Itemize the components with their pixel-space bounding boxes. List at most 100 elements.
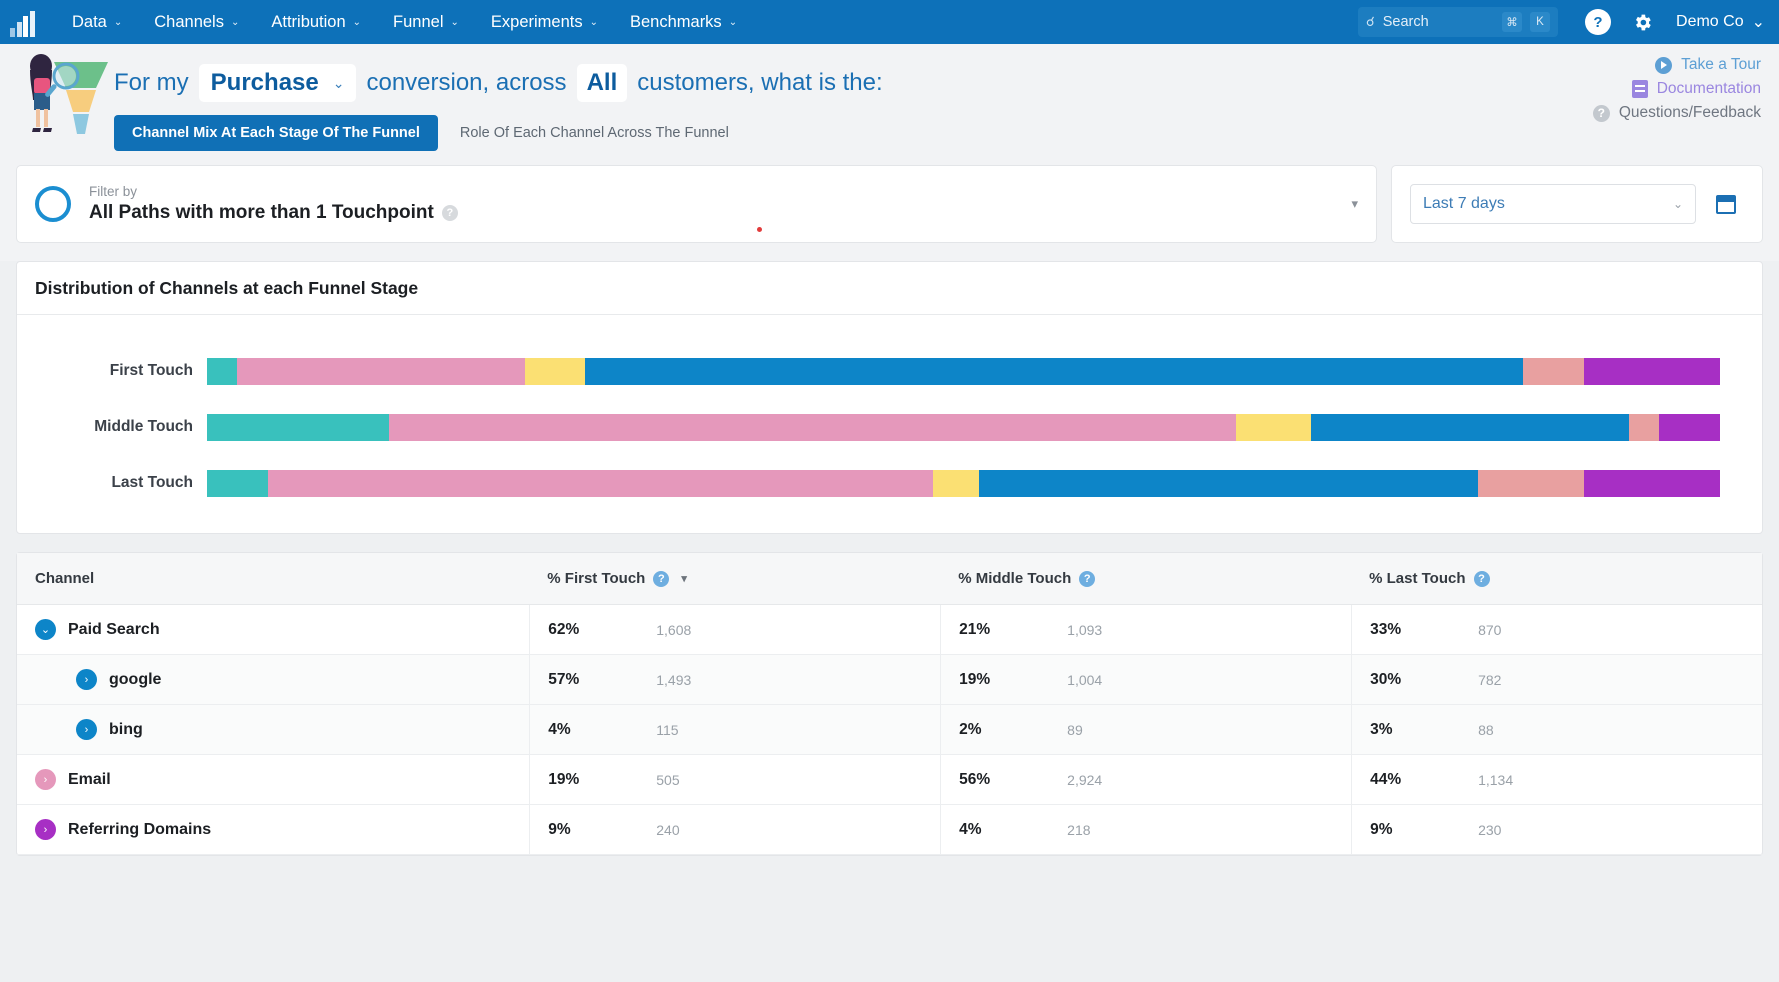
bar-segment[interactable]	[525, 358, 586, 385]
count-value: 782	[1478, 672, 1501, 688]
calendar-button[interactable]	[1708, 184, 1744, 224]
bar-segment[interactable]	[1311, 414, 1629, 441]
help-icon[interactable]: ?	[1474, 571, 1490, 587]
nav-item-funnel[interactable]: Funnel ⌄	[377, 0, 475, 44]
count-value: 88	[1478, 722, 1494, 738]
count-value: 1,608	[656, 622, 691, 638]
table-row[interactable]: ›Email19%50556%2,92444%1,134	[17, 755, 1762, 805]
cell-first-touch: 57%1,493	[529, 655, 940, 704]
date-range-control: Last 7 days ⌄	[1391, 165, 1763, 243]
book-icon	[1632, 80, 1648, 98]
date-range-select[interactable]: Last 7 days ⌄	[1410, 184, 1696, 224]
chevron-right-circle-icon[interactable]: ›	[76, 719, 97, 740]
percent-value: 19%	[548, 771, 656, 789]
column-label: % First Touch	[547, 570, 645, 587]
table-header-last[interactable]: % Last Touch?	[1351, 553, 1762, 604]
org-label: Demo Co	[1676, 13, 1744, 31]
count-value: 115	[656, 722, 678, 738]
table-header-channel[interactable]: Channel	[17, 553, 529, 604]
bar-stack	[207, 358, 1720, 385]
nav-item-label: Data	[72, 13, 107, 32]
bar-segment[interactable]	[979, 470, 1478, 497]
bar-segment[interactable]	[1478, 470, 1584, 497]
bar-segment[interactable]	[207, 470, 268, 497]
filter-text-group: Filter by All Paths with more than 1 Tou…	[89, 184, 458, 224]
org-switcher[interactable]: Demo Co ⌄	[1676, 12, 1765, 32]
chevron-down-circle-icon[interactable]: ⌄	[35, 619, 56, 640]
bar-segment[interactable]	[1523, 358, 1584, 385]
bar-segment[interactable]	[207, 358, 237, 385]
filter-by-control[interactable]: Filter by All Paths with more than 1 Tou…	[16, 165, 1377, 243]
search-input[interactable]: ☌ Search ⌘ K	[1358, 7, 1558, 37]
table-row[interactable]: ⌄Paid Search62%1,60821%1,09333%870	[17, 605, 1762, 655]
take-a-tour-link[interactable]: Take a Tour	[1655, 56, 1761, 74]
chevron-right-circle-icon[interactable]: ›	[35, 819, 56, 840]
nav-right-group: ☌ Search ⌘ K ? Demo Co ⌄	[1358, 7, 1765, 37]
filter-by-label: Filter by	[89, 184, 458, 199]
play-icon	[1655, 57, 1672, 74]
app-logo-icon[interactable]	[10, 7, 40, 37]
nav-item-label: Benchmarks	[630, 13, 722, 32]
count-value: 870	[1478, 622, 1501, 638]
bar-segment[interactable]	[1659, 414, 1720, 441]
count-value: 1,093	[1067, 622, 1102, 638]
channel-table: Channel % First Touch? ▾ % Middle Touch?% L…	[16, 552, 1763, 856]
table-header-first[interactable]: % First Touch? ▾	[529, 553, 940, 604]
bar-segment[interactable]	[389, 414, 1236, 441]
nav-item-attribution[interactable]: Attribution ⌄	[255, 0, 377, 44]
chevron-right-circle-icon[interactable]: ›	[76, 669, 97, 690]
table-row[interactable]: ›bing4%1152%893%88	[17, 705, 1762, 755]
help-icon[interactable]: ?	[442, 205, 458, 221]
percent-value: 30%	[1370, 671, 1478, 689]
filter-value-text: All Paths with more than 1 Touchpoint	[89, 202, 434, 224]
count-value: 230	[1478, 822, 1501, 838]
bar-segment[interactable]	[933, 470, 978, 497]
bar-segment[interactable]	[237, 358, 524, 385]
cell-middle-touch: 19%1,004	[940, 655, 1351, 704]
question-bar: For my Purchase ⌄ conversion, across All…	[0, 44, 1779, 165]
percent-value: 62%	[548, 621, 656, 639]
bar-stack	[207, 414, 1720, 441]
nav-item-label: Attribution	[271, 13, 345, 32]
help-icon[interactable]: ?	[1079, 571, 1095, 587]
question-middle: conversion, across	[366, 69, 566, 97]
cell-last-touch: 33%870	[1351, 605, 1762, 654]
shortcut-key-cmd: ⌘	[1502, 12, 1522, 32]
help-icon[interactable]: ?	[1585, 9, 1611, 35]
chevron-down-icon[interactable]: ▾	[1351, 196, 1358, 212]
help-glyph: ?	[1593, 14, 1602, 31]
nav-item-label: Experiments	[491, 13, 583, 32]
table-row[interactable]: ›google57%1,49319%1,00430%782	[17, 655, 1762, 705]
chart-card: Distribution of Channels at each Funnel …	[16, 261, 1763, 534]
bar-segment[interactable]	[207, 414, 389, 441]
bar-segment[interactable]	[1584, 358, 1720, 385]
cell-last-touch: 3%88	[1351, 705, 1762, 754]
bar-segment[interactable]	[1629, 414, 1659, 441]
sort-descending-icon[interactable]: ▾	[681, 572, 687, 585]
chevron-right-circle-icon[interactable]: ›	[35, 769, 56, 790]
search-icon: ☌	[1366, 14, 1375, 30]
column-label: Channel	[35, 570, 94, 587]
gear-icon[interactable]	[1629, 9, 1655, 35]
bar-segment[interactable]	[585, 358, 1523, 385]
nav-item-channels[interactable]: Channels ⌄	[138, 0, 255, 44]
filter-row: Filter by All Paths with more than 1 Tou…	[0, 165, 1779, 261]
conversion-value: Purchase	[211, 69, 319, 97]
nav-item-experiments[interactable]: Experiments ⌄	[475, 0, 614, 44]
documentation-link[interactable]: Documentation	[1632, 80, 1761, 98]
bar-segment[interactable]	[1584, 470, 1720, 497]
nav-item-benchmarks[interactable]: Benchmarks ⌄	[614, 0, 753, 44]
table-header-middle[interactable]: % Middle Touch?	[940, 553, 1351, 604]
nav-item-data[interactable]: Data ⌄	[56, 0, 138, 44]
table-row[interactable]: ›Referring Domains9%2404%2189%230	[17, 805, 1762, 855]
tab-channel-mix[interactable]: Channel Mix At Each Stage Of The Funnel	[114, 115, 438, 151]
help-icon[interactable]: ?	[653, 571, 669, 587]
audience-selector[interactable]: All	[577, 64, 628, 102]
bar-segment[interactable]	[268, 470, 934, 497]
tab-role-of-channel[interactable]: Role Of Each Channel Across The Funnel	[442, 115, 747, 151]
conversion-selector[interactable]: Purchase ⌄	[199, 64, 357, 102]
bar-segment[interactable]	[1236, 414, 1312, 441]
questions-feedback-link[interactable]: ? Questions/Feedback	[1593, 104, 1761, 122]
question-content: For my Purchase ⌄ conversion, across All…	[114, 52, 883, 151]
percent-value: 19%	[959, 671, 1067, 689]
